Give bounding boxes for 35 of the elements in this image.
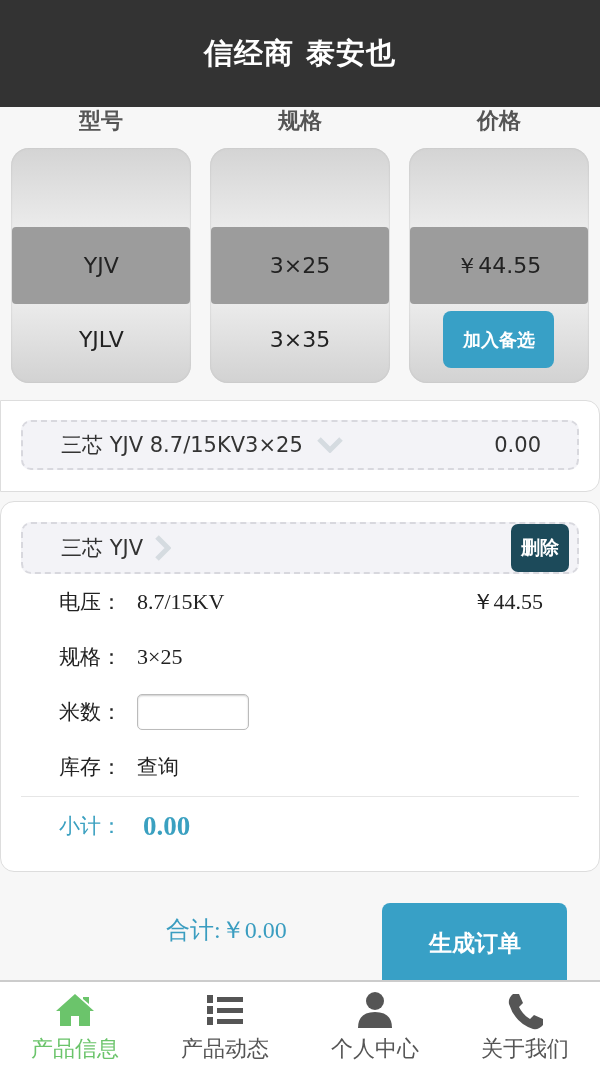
- field-label: 电压：: [59, 588, 123, 616]
- summary-amount: 0.00: [494, 433, 541, 457]
- item-title: 三芯 YJV: [61, 535, 144, 562]
- nav-tab[interactable]: 产品动态: [150, 982, 300, 1065]
- page-title: 信经商 泰安也: [204, 34, 396, 72]
- stock-query-link[interactable]: 查询: [137, 752, 179, 781]
- field-label: 米数：: [59, 698, 123, 726]
- field-label: 库存：: [59, 753, 123, 781]
- picker-wheel[interactable]: 3×25 3×35: [210, 148, 390, 383]
- delete-button[interactable]: 删除: [511, 524, 569, 572]
- column-heading: 型号: [79, 107, 124, 135]
- subtotal-label: 小计：: [59, 813, 123, 840]
- picker-option[interactable]: YJV: [12, 227, 191, 304]
- field-label: 规格：: [59, 643, 123, 671]
- subtotal-value: 0.00: [143, 810, 191, 842]
- picker-wheel[interactable]: ￥44.55 加入备选: [408, 148, 589, 383]
- nav-tab[interactable]: 个人中心: [300, 982, 450, 1065]
- summary-row[interactable]: 三芯 YJV 8.7/15KV3×25 0.00: [21, 420, 579, 470]
- picker-wheel[interactable]: YJV YJLV: [11, 148, 192, 383]
- column-heading: 规格: [278, 107, 322, 135]
- column-heading: 价格: [476, 107, 521, 135]
- nav-tab[interactable]: 关于我们: [450, 982, 600, 1065]
- picker-option[interactable]: 3×35: [211, 304, 389, 374]
- unit-price: ￥44.55: [471, 587, 543, 616]
- product-summary: 三芯 YJV 8.7/15KV3×25: [61, 432, 303, 459]
- item-header[interactable]: 三芯 YJV 删除: [21, 522, 579, 574]
- order-total: 合计:￥0.00: [166, 916, 287, 945]
- field-value: 3×25: [137, 643, 183, 670]
- field-value: 8.7/15KV: [137, 588, 225, 615]
- price-value: ￥44.55: [409, 227, 588, 304]
- chevron-down-icon[interactable]: [316, 437, 343, 453]
- meters-input-field[interactable]: [137, 693, 249, 730]
- picker-option[interactable]: YJLV: [12, 304, 191, 374]
- chevron-right-icon[interactable]: [155, 535, 172, 561]
- picker-option[interactable]: 3×25: [211, 227, 389, 304]
